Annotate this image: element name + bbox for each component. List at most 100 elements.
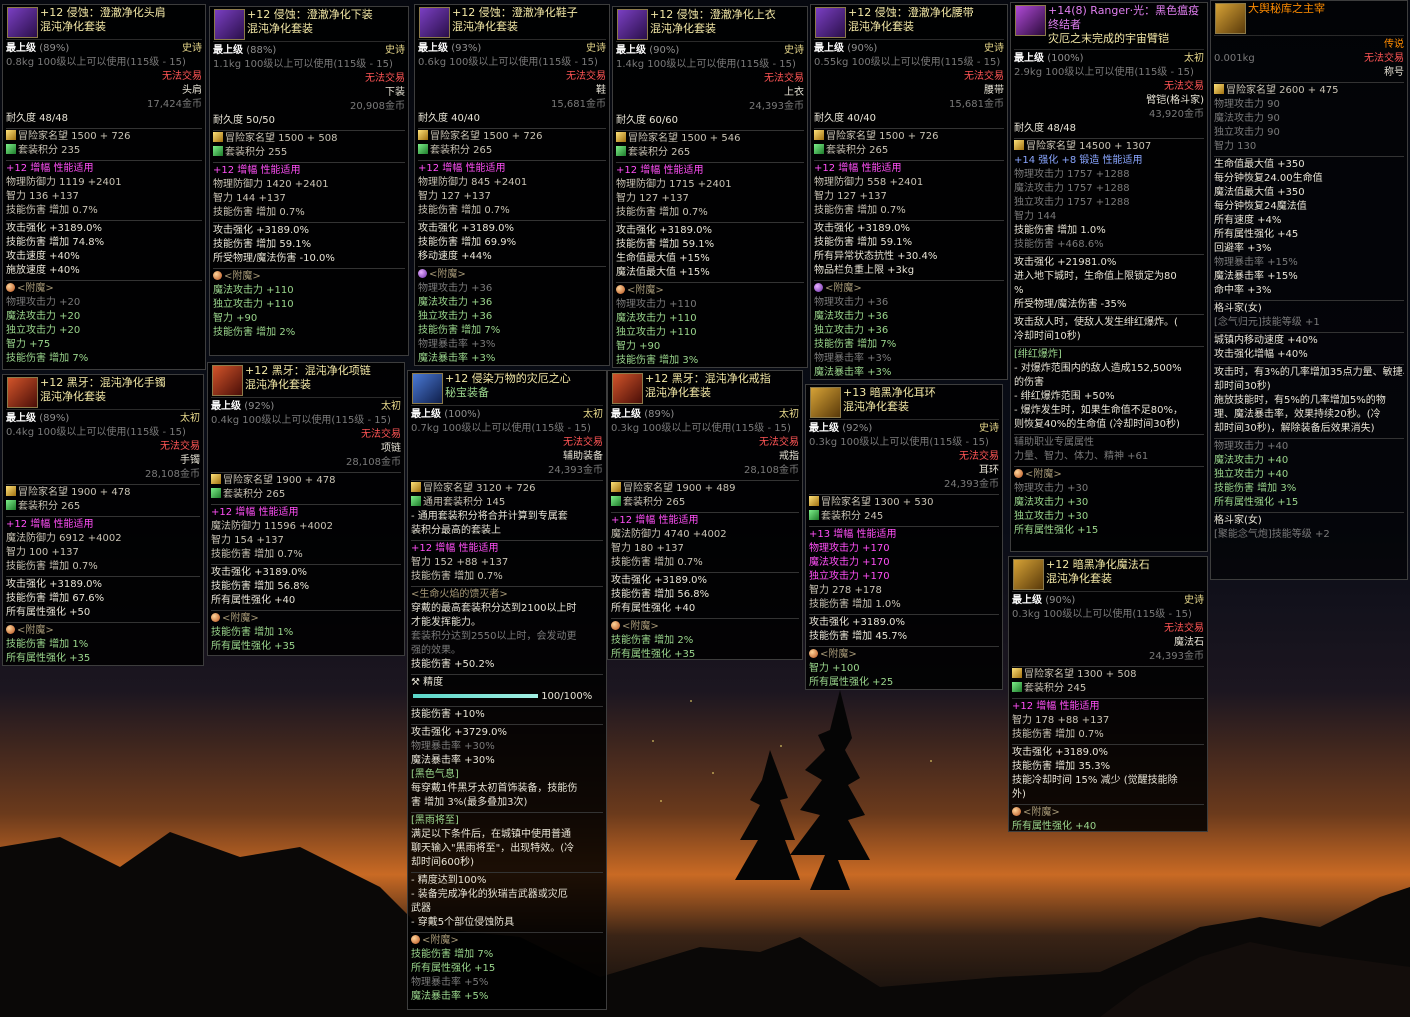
stat: 智力 100 +137 — [6, 547, 79, 558]
durability: 耐久度 60/60 — [616, 115, 678, 126]
item-tooltip-subweapon[interactable]: +12 侵染万物的灾厄之心 秘宝装备 最上级 (100%) 太初 0.7kg 10… — [407, 370, 607, 1010]
slot: 下装 — [385, 87, 405, 98]
rarity: 史诗 — [979, 423, 999, 434]
grade-pct: (100%) — [444, 409, 481, 420]
item-name: +14(8) Ranger·光：黑色瘟疫 — [1048, 4, 1200, 17]
stat: 智力 152 +88 +137 — [411, 557, 509, 568]
item-tooltip-shoes[interactable]: +12 侵蚀：澄澈净化鞋子 混沌净化套装 最上级 (93%) 史诗 0.6kg 1… — [414, 4, 610, 366]
item-tooltip-weapon[interactable]: +14(8) Ranger·光：黑色瘟疫 终结者 灾厄之末完成的宇宙臂铠 最上级… — [1010, 2, 1208, 552]
set-score: 套装积分 265 — [223, 489, 286, 500]
enchant-stat: 魔法攻击力 +36 — [814, 311, 889, 322]
pants-armor-icon — [214, 9, 245, 40]
item-set: 混沌净化套装 — [1046, 572, 1112, 585]
item-tooltip-ring[interactable]: +12 黑牙：混沌净化戒指 混沌净化套装 最上级 (89%) 太初 0.3kg 1… — [607, 370, 803, 660]
stat: 技能伤害 增加 3% — [1214, 483, 1297, 494]
stat: 攻击速度 +40% — [6, 251, 80, 262]
stat: 攻击敌人时，使敌人发生绯红爆炸。( — [1014, 314, 1204, 330]
effect-title: <生命火焰的馈灭者> — [411, 586, 603, 602]
stat: 穿戴的最高套装积分达到2100以上时 — [411, 603, 577, 614]
enchant-stat: 物理暴击率 +3% — [814, 353, 892, 364]
durability: 耐久度 50/50 — [213, 115, 275, 126]
stat: 技能伤害 增加 35.3% — [1012, 761, 1111, 772]
stat: 冷却时间10秒) — [1014, 331, 1081, 342]
trade-status: 无法交易 — [1164, 623, 1204, 634]
stat: 所有属性强化 +45 — [1214, 229, 1299, 240]
stat: 魔法防御力 4740 +4002 — [611, 529, 727, 540]
amplify-line: +12 增幅 性能适用 — [814, 160, 1004, 176]
grade-pct: (89%) — [644, 409, 675, 420]
enchant-stat: 独立攻击力 +110 — [616, 327, 697, 338]
reinforce-line: +14 强化 +8 锻造 性能适用 — [1014, 155, 1143, 166]
grade: 最上级 — [213, 45, 243, 56]
stat: 攻击强化 +3189.0% — [6, 220, 202, 236]
grade-pct: (92%) — [244, 401, 275, 412]
reputation-icon — [418, 130, 428, 140]
set-score-icon — [211, 488, 221, 498]
grade: 最上级 — [418, 43, 448, 54]
price: 24,393金币 — [1149, 651, 1204, 662]
enchant-stat: 独立攻击力 +36 — [418, 311, 493, 322]
stat: - 穿戴5个部位侵蚀防具 — [411, 917, 515, 928]
rarity: 史诗 — [784, 45, 804, 56]
stat: 技能伤害 增加 0.7% — [418, 205, 510, 216]
stat: 物理攻击力 +170 — [809, 543, 890, 554]
stat: 理、魔法暴击率，效果持续20秒。(冷 — [1214, 409, 1381, 420]
rarity: 太初 — [583, 409, 603, 420]
enchant-orb-icon — [611, 621, 620, 630]
item-name-line2: 终结者 — [1048, 18, 1081, 31]
reputation: 冒险家名望 14500 + 1307 — [1026, 141, 1152, 152]
price: 28,108金币 — [744, 465, 799, 476]
item-tooltip-belt[interactable]: +12 侵蚀：澄澈净化腰带 混沌净化套装 最上级 (90%) 史诗 0.55kg … — [810, 4, 1008, 380]
stat: 技能伤害 增加 0.7% — [411, 571, 503, 582]
reputation: 冒险家名望 1500 + 726 — [826, 131, 939, 142]
stat: 攻击强化 +3189.0% — [814, 220, 1004, 236]
stat: 技能伤害 增加 0.7% — [1012, 729, 1104, 740]
item-tooltip-shoulder[interactable]: +12 侵蚀：澄澈净化头肩 混沌净化套装 最上级 (89%) 史诗 0.8kg 1… — [2, 4, 206, 370]
reputation-icon — [411, 482, 421, 492]
enchant-stat: 技能伤害 增加 2% — [213, 327, 296, 338]
grade: 最上级 — [1012, 595, 1042, 606]
stat: 所有异常状态抗性 +30.4% — [814, 251, 938, 262]
price: 28,108金币 — [346, 457, 401, 468]
grade: 最上级 — [211, 401, 241, 412]
weight: 2.9kg — [1014, 67, 1043, 78]
stat: 进入地下城时，生命值上限锁定为80 — [1014, 271, 1177, 282]
item-tooltip-magic-stone[interactable]: +12 暗黑净化魔法石 混沌净化套装 最上级 (90%) 史诗 0.3kg 100… — [1008, 556, 1208, 832]
stat: 所受物理/魔法伤害 -35% — [1014, 299, 1127, 310]
enchant-stat: 智力 +75 — [6, 339, 51, 350]
stat: 物品栏负重上限 +3kg — [814, 265, 915, 276]
slot: 上衣 — [784, 87, 804, 98]
item-tooltip-earring[interactable]: +13 暗黑净化耳环 混沌净化套装 最上级 (92%) 史诗 0.3kg 100级… — [805, 384, 1003, 690]
item-tooltip-bracelet[interactable]: +12 黑牙：混沌净化手镯 混沌净化套装 最上级 (89%) 太初 0.4kg 1… — [2, 374, 204, 666]
star — [660, 800, 662, 802]
set-score-icon — [809, 510, 819, 520]
item-set: 混沌净化套装 — [650, 22, 716, 35]
reputation-icon — [616, 132, 626, 142]
item-set: 灾厄之末完成的宇宙臂铠 — [1048, 32, 1169, 45]
reputation: 冒险家名望 1300 + 508 — [1024, 669, 1137, 680]
enchant-stat: 物理攻击力 +110 — [616, 299, 697, 310]
slot: 手镯 — [180, 455, 200, 466]
set-score-icon — [611, 496, 621, 506]
stat: 物理防御力 1420 +2401 — [213, 179, 329, 190]
slot: 鞋 — [596, 85, 606, 96]
enchant-orb-icon — [418, 269, 427, 278]
ring-icon — [612, 373, 643, 404]
slot: 项链 — [381, 443, 401, 454]
item-tooltip-title[interactable]: 大舆秘库之主宰 传说 0.001kg 无法交易 称号 冒险家名望 2600 + 4… — [1210, 0, 1408, 580]
stat: 每分钟恢复24魔法值 — [1214, 201, 1307, 212]
enchant-stat: 独立攻击力 +20 — [6, 325, 81, 336]
slot: 臂铠(格斗家) — [1146, 95, 1204, 106]
set-score: 套装积分 235 — [18, 145, 81, 156]
rarity: 太初 — [381, 401, 401, 412]
set-score: 套装积分 265 — [826, 145, 889, 156]
amplify-line: +12 增幅 性能适用 — [616, 162, 804, 178]
enchant-stat: 所有属性强化 +40 — [1012, 821, 1097, 832]
item-tooltip-pants[interactable]: +12 侵蚀：澄澈净化下装 混沌净化套装 最上级 (88%) 史诗 1.1kg 1… — [209, 6, 409, 356]
enchant-orb-icon — [213, 271, 222, 280]
grade: 最上级 — [809, 423, 839, 434]
item-tooltip-necklace[interactable]: +12 黑牙：混沌净化项链 混沌净化套装 最上级 (92%) 太初 0.4kg 1… — [207, 362, 405, 656]
item-tooltip-top[interactable]: +12 侵蚀：澄澈净化上衣 混沌净化套装 最上级 (90%) 史诗 1.4kg 1… — [612, 6, 808, 368]
stat: 智力 127 +137 — [814, 191, 887, 202]
star — [652, 740, 654, 742]
